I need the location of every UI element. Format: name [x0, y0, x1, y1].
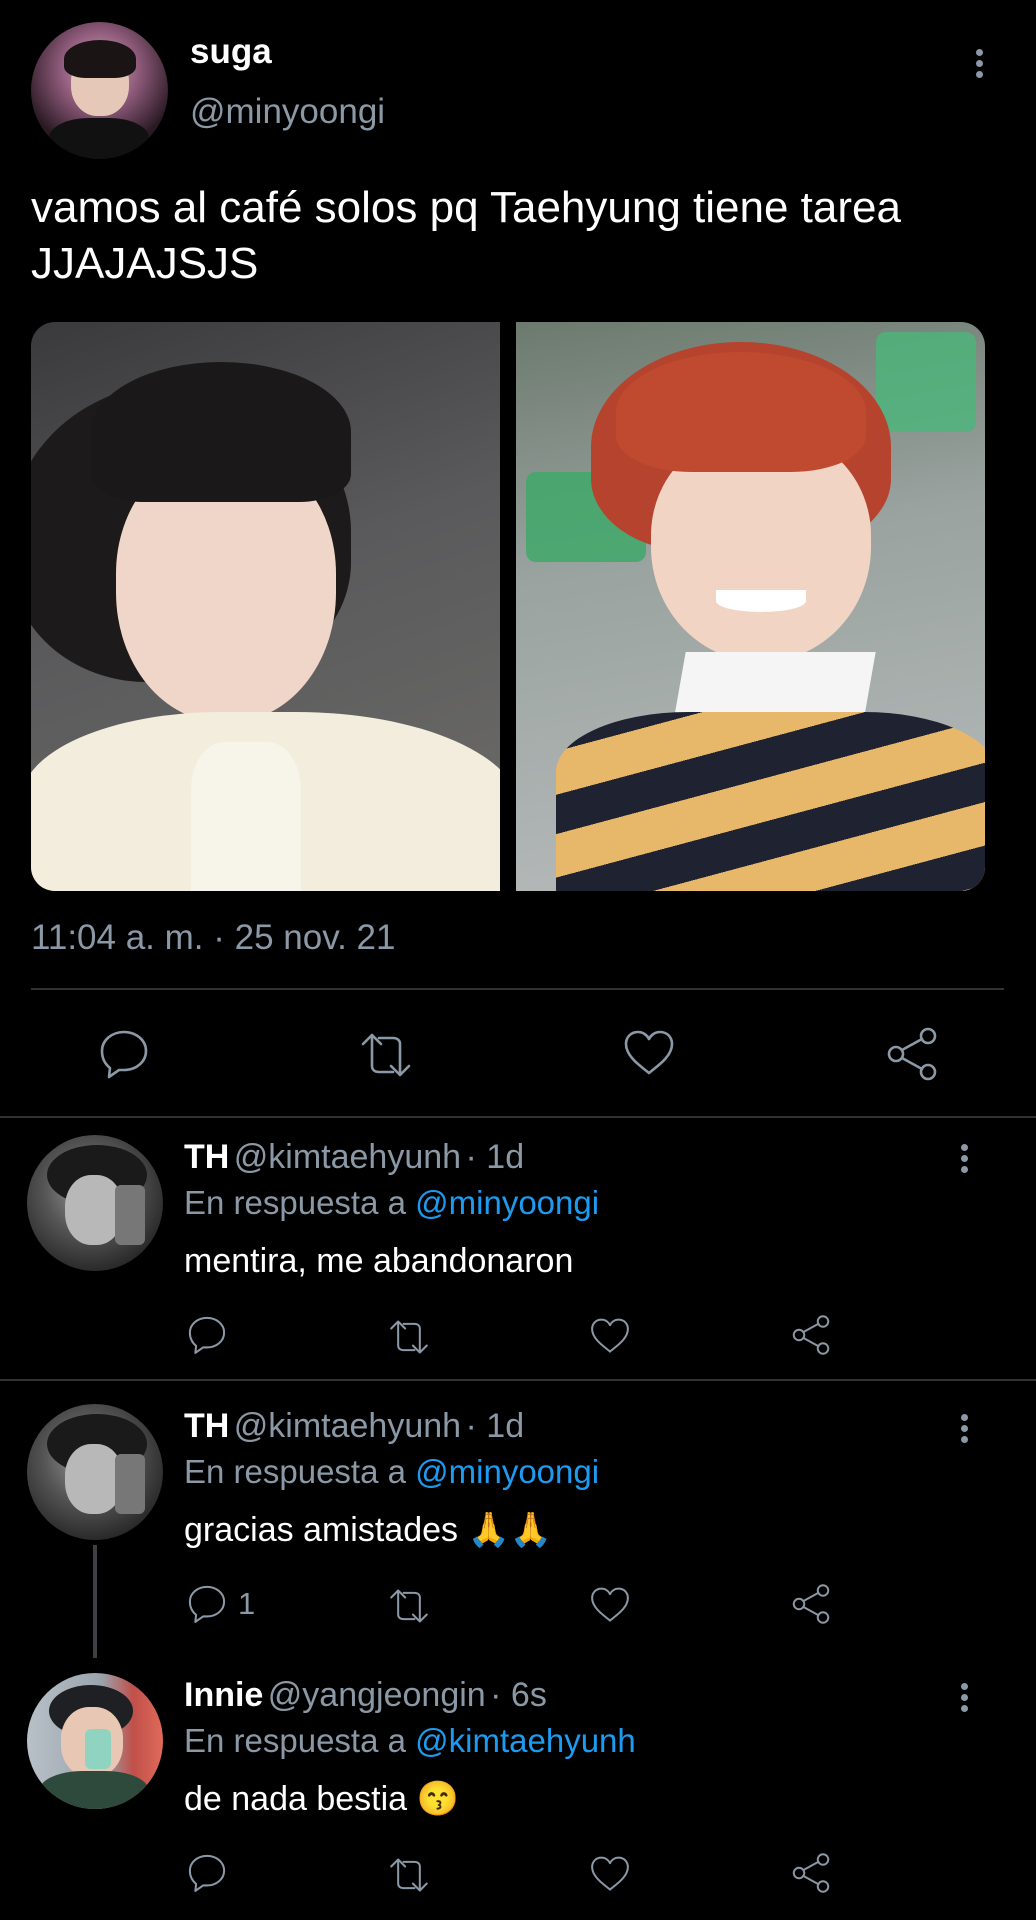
reply-2-emoji: 🙏🙏	[467, 1511, 553, 1549]
reply-1-retweet-icon[interactable]	[385, 1317, 433, 1357]
reply-2-in-reply-prefix: En respuesta a	[184, 1453, 406, 1490]
like-icon[interactable]	[622, 1028, 676, 1078]
reply-1-avatar[interactable]	[27, 1135, 163, 1271]
tweet-timestamp: 11:04 a. m. · 25 nov. 21	[31, 918, 396, 957]
reply-3-text-row: de nada bestia 😙	[184, 1779, 459, 1819]
reply-1-header: TH @kimtaehyunh · 1d	[184, 1138, 524, 1177]
reply-3-avatar[interactable]	[27, 1673, 163, 1809]
more-options-icon[interactable]	[968, 45, 990, 82]
reply-2-in-reply-link[interactable]: @minyoongi	[415, 1453, 599, 1490]
reply-3-time: · 6s	[490, 1676, 547, 1714]
reply-3-text: de nada bestia	[184, 1780, 408, 1818]
reply-2-name[interactable]: TH	[184, 1407, 229, 1445]
reply-2-in-reply: En respuesta a @minyoongi	[184, 1453, 599, 1491]
reply-3-name[interactable]: Innie	[184, 1676, 263, 1714]
reply-1-name[interactable]: TH	[184, 1138, 229, 1176]
reply-1-in-reply-link[interactable]: @minyoongi	[415, 1184, 599, 1221]
tweet-text-line-1: vamos al café solos pq Taehyung tiene ta…	[31, 183, 901, 232]
tweet-text-line-2: JJAJAJSJS	[31, 239, 259, 288]
reply-1-reply-icon[interactable]	[186, 1314, 228, 1356]
tweet-text: vamos al café solos pq Taehyung tiene ta…	[31, 180, 1011, 292]
reply-1-in-reply-prefix: En respuesta a	[184, 1184, 406, 1221]
reply-3-like-icon[interactable]	[589, 1854, 631, 1894]
reply-1-handle[interactable]: @kimtaehyunh	[234, 1138, 461, 1176]
reply-2-like-icon[interactable]	[589, 1585, 631, 1625]
section-divider	[0, 1379, 1036, 1381]
reply-3-header: Innie @yangjeongin · 6s	[184, 1676, 547, 1715]
tweet-photo-1[interactable]	[31, 322, 500, 891]
reply-2-more-icon[interactable]	[953, 1410, 975, 1447]
reply-3-retweet-icon[interactable]	[385, 1855, 433, 1895]
reply-2-header: TH @kimtaehyunh · 1d	[184, 1407, 524, 1446]
reply-3-handle[interactable]: @yangjeongin	[268, 1676, 486, 1714]
tweet-photo-2[interactable]	[516, 322, 985, 891]
retweet-icon[interactable]	[355, 1030, 417, 1080]
thread-connector-line	[93, 1545, 97, 1658]
author-display-name[interactable]: suga	[190, 32, 272, 72]
reply-2-time: · 1d	[465, 1407, 525, 1445]
reply-3-in-reply: En respuesta a @kimtaehyunh	[184, 1722, 636, 1760]
section-divider	[0, 1116, 1036, 1118]
reply-1-text: mentira, me abandonaron	[184, 1242, 574, 1280]
reply-2-avatar[interactable]	[27, 1404, 163, 1540]
reply-1-in-reply: En respuesta a @minyoongi	[184, 1184, 599, 1222]
reply-1-time: · 1d	[465, 1138, 525, 1176]
reply-2-text-row: gracias amistades 🙏🙏	[184, 1510, 552, 1550]
timestamp-divider	[31, 988, 1004, 990]
reply-1-share-icon[interactable]	[790, 1314, 832, 1356]
reply-2-reply-count: 1	[238, 1586, 256, 1621]
reply-2-retweet-icon[interactable]	[385, 1586, 433, 1626]
author-avatar[interactable]	[31, 22, 168, 159]
reply-3-in-reply-link[interactable]: @kimtaehyunh	[415, 1722, 636, 1759]
reply-2-handle[interactable]: @kimtaehyunh	[234, 1407, 461, 1445]
reply-3-more-icon[interactable]	[953, 1679, 975, 1716]
reply-3-reply-icon[interactable]	[186, 1852, 228, 1894]
reply-2-reply-icon[interactable]	[186, 1583, 228, 1625]
reply-3-in-reply-prefix: En respuesta a	[184, 1722, 406, 1759]
reply-2-share-icon[interactable]	[790, 1583, 832, 1625]
reply-icon[interactable]	[97, 1027, 151, 1081]
reply-3-share-icon[interactable]	[790, 1852, 832, 1894]
reply-3-emoji: 😙	[416, 1780, 459, 1818]
reply-1-like-icon[interactable]	[589, 1316, 631, 1356]
author-handle[interactable]: @minyoongi	[190, 92, 385, 132]
reply-1-more-icon[interactable]	[953, 1140, 975, 1177]
share-icon[interactable]	[884, 1026, 940, 1082]
reply-2-text: gracias amistades	[184, 1511, 459, 1549]
